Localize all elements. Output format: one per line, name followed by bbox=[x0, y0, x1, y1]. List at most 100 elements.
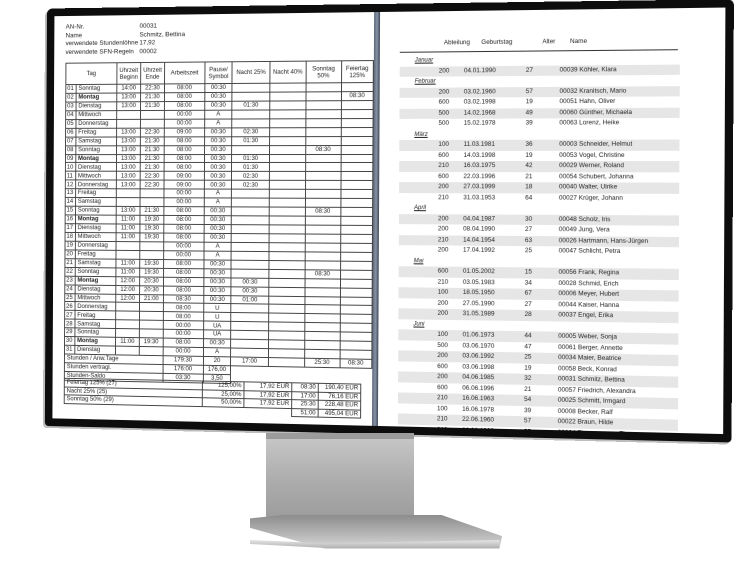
birth-date: 11.03.1981 bbox=[463, 140, 496, 148]
day-name: Freitag bbox=[74, 310, 116, 321]
info-value: 00002 bbox=[139, 47, 157, 56]
sunday-50 bbox=[305, 189, 341, 199]
age: 19 bbox=[525, 98, 533, 106]
day-name: Dienstag bbox=[75, 223, 117, 233]
end-time: 19:30 bbox=[139, 224, 164, 234]
end-time bbox=[139, 250, 164, 260]
sunday-50: 08:30 bbox=[305, 207, 341, 217]
end-time: 22:30 bbox=[140, 83, 165, 93]
holiday-125 bbox=[340, 278, 373, 288]
birth-date: 08.04.1990 bbox=[463, 225, 496, 233]
day-name: Donnerstag bbox=[75, 241, 117, 251]
night-25: 00:30 bbox=[231, 286, 269, 296]
pause-symbol: 00:30 bbox=[203, 277, 232, 287]
end-time: 19:30 bbox=[139, 215, 164, 225]
work-time: 09:00 bbox=[164, 127, 205, 137]
birth-date: 16.06.1963 bbox=[462, 394, 495, 403]
day-number: 14 bbox=[65, 197, 76, 207]
employee-name: 00032 Kranitsch, Mario bbox=[559, 86, 627, 95]
night-40 bbox=[268, 269, 305, 279]
day-name: Dienstag bbox=[75, 162, 117, 172]
work-time: 09:00 bbox=[163, 180, 205, 190]
department: 100 bbox=[437, 288, 449, 296]
department: 100 bbox=[438, 140, 449, 148]
header-tag: Tag bbox=[65, 62, 117, 85]
night-40 bbox=[268, 286, 305, 297]
birth-date: 04.04.1987 bbox=[463, 214, 496, 223]
pause-symbol: 00:30 bbox=[203, 224, 232, 234]
birth-date: 22.03.1996 bbox=[463, 172, 496, 180]
start-time: 11:00 bbox=[115, 337, 140, 347]
day-name: Sonntag bbox=[75, 206, 117, 216]
night-40 bbox=[268, 242, 305, 252]
age: 34 bbox=[524, 279, 532, 287]
holiday-125 bbox=[340, 171, 373, 181]
holiday-125 bbox=[340, 127, 374, 137]
department: 200 bbox=[438, 66, 450, 75]
night-25 bbox=[231, 233, 269, 243]
day-number: 13 bbox=[65, 188, 76, 198]
end-time bbox=[139, 241, 164, 251]
start-time bbox=[115, 311, 140, 321]
night-25 bbox=[231, 206, 270, 217]
department: 200 bbox=[437, 373, 448, 381]
birthday-row: 100 11.03.1981 36 00003 Schneider, Helmut bbox=[399, 139, 680, 151]
pause-symbol: UA bbox=[203, 321, 232, 331]
sunday-50 bbox=[304, 251, 341, 261]
header-pause: Pause/ Symbol bbox=[204, 61, 233, 84]
timesheet-row: 07 Samstag 13:00 21:30 08:00 00:30 01:30 bbox=[65, 136, 373, 146]
birth-date: 03.06.1998 bbox=[462, 362, 495, 371]
pause-symbol: 00:30 bbox=[204, 162, 232, 172]
pause-symbol: 00:30 bbox=[203, 294, 232, 305]
employee-name: 00049 Jung, Vera bbox=[558, 226, 610, 234]
end-time: 22:30 bbox=[140, 171, 164, 181]
employee-name: 00060 Günther, Michaela bbox=[559, 108, 633, 116]
day-name: Montag bbox=[74, 336, 116, 347]
day-number: 06 bbox=[65, 128, 76, 137]
night-25 bbox=[231, 259, 269, 270]
employee-info: AN-Nr. 00031 Name Schmitz, Bettina verwendet… bbox=[65, 22, 186, 58]
sunday-50 bbox=[304, 242, 341, 252]
birth-date: 16.03.1975 bbox=[463, 162, 496, 170]
work-time: 00:00 bbox=[163, 250, 204, 260]
employee-name: 00028 Schmid, Erich bbox=[558, 279, 619, 288]
work-time: 08:00 bbox=[164, 136, 205, 146]
start-time bbox=[115, 320, 140, 330]
end-time: 21:30 bbox=[140, 136, 165, 146]
day-name: Mittwoch bbox=[75, 232, 117, 242]
holiday-125 bbox=[340, 180, 373, 190]
start-time: 13:00 bbox=[116, 154, 141, 163]
birthday-row: 200 27.03.1999 18 00040 Walter, Ulrike bbox=[399, 182, 680, 194]
monitor-stand-neck bbox=[266, 433, 414, 525]
night-40 bbox=[269, 189, 306, 199]
holiday-125 bbox=[340, 136, 373, 146]
department: 600 bbox=[437, 383, 448, 391]
day-name: Montag bbox=[75, 275, 116, 286]
end-time: 21:30 bbox=[140, 154, 165, 163]
work-time: 00:00 bbox=[164, 110, 205, 120]
work-time: 09:00 bbox=[163, 171, 205, 181]
night-40 bbox=[269, 216, 306, 226]
info-row: verwendete SFN-Regeln 00002 bbox=[65, 48, 184, 58]
age: 57 bbox=[523, 427, 532, 435]
holiday-125 bbox=[339, 305, 373, 315]
start-time: 13:00 bbox=[116, 206, 140, 216]
department: 500 bbox=[438, 109, 450, 117]
holiday-125: 08:30 bbox=[341, 91, 374, 101]
start-time: 14:00 bbox=[116, 84, 141, 93]
department: 210 bbox=[438, 162, 449, 170]
department: 100 bbox=[436, 404, 448, 413]
night-25: 01:30 bbox=[231, 154, 270, 163]
employee-name: 00063 Lorenz, Heike bbox=[559, 119, 620, 127]
day-name: Dienstag bbox=[75, 101, 117, 111]
start-time bbox=[115, 250, 140, 260]
day-name: Montag bbox=[75, 215, 117, 224]
day-number: 31 bbox=[64, 345, 75, 355]
holiday-125 bbox=[340, 154, 373, 163]
holiday-125 bbox=[339, 296, 373, 306]
night-25 bbox=[231, 242, 269, 252]
age: 21 bbox=[525, 172, 533, 180]
end-time bbox=[140, 119, 165, 128]
header-arbeitszeit: Arbeitszeit bbox=[164, 61, 205, 84]
department: 200 bbox=[437, 225, 449, 233]
